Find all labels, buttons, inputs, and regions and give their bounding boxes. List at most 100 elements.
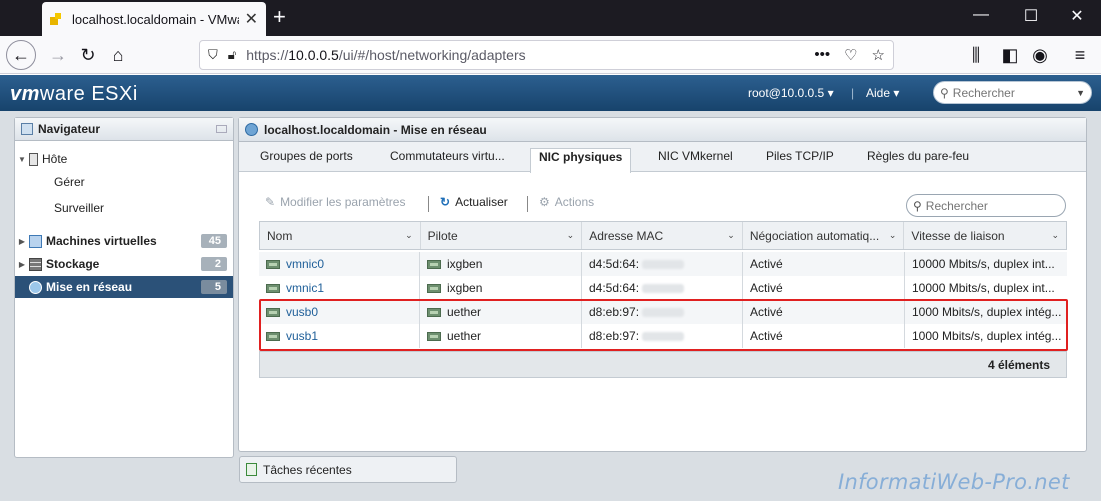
back-icon[interactable]: ← (6, 40, 36, 70)
chevron-down-icon[interactable]: ⌄ (889, 230, 897, 241)
gear-icon: ⚙ (539, 195, 550, 209)
browser-navbar: ← → ↻ ⌂ ⛉ 🔓︎ https://10.0.0.5/ui/#/host/… (0, 36, 1101, 74)
column-header-link-speed[interactable]: Vitesse de liaison ⌄ (904, 222, 1066, 249)
vmware-esxi-logo: vmware ESXi (10, 83, 138, 105)
chevron-down-icon[interactable]: ⌄ (567, 230, 575, 241)
nic-name-link[interactable]: vmnic1 (286, 281, 324, 295)
grid-search[interactable]: ⚲ (906, 194, 1066, 217)
refresh-button[interactable]: ↻ Actualiser (440, 195, 508, 209)
tab-vmkernel-nics[interactable]: NIC VMkernel (650, 148, 741, 172)
watermark: InformatiWeb-Pro.net (838, 470, 1070, 494)
networking-count-badge: 5 (201, 280, 227, 294)
refresh-label: Actualiser (455, 195, 508, 209)
chevron-down-icon[interactable]: ⌄ (727, 230, 735, 241)
account-icon[interactable]: ◉ (1026, 41, 1054, 69)
tab-physical-nics[interactable]: NIC physiques (530, 148, 632, 173)
grid-search-input[interactable] (925, 198, 1054, 213)
table-row[interactable]: vmnic0 ixgben d4:5d:64: Activé 10000 Mbi… (259, 252, 1067, 276)
shield-icon[interactable]: ⛉ (208, 47, 218, 63)
forward-icon[interactable]: → (44, 41, 72, 69)
menu-icon[interactable]: ≡ (1066, 41, 1094, 69)
host-icon (29, 152, 38, 166)
nic-name-link[interactable]: vmnic0 (286, 257, 324, 271)
link-speed-value: 10000 Mbits/s, duplex int... (912, 281, 1055, 295)
url-bar[interactable]: ⛉ 🔓︎ https://10.0.0.5/ui/#/host/networki… (199, 40, 894, 70)
page-title: localhost.localdomain - Mise en réseau (264, 122, 487, 137)
nic-icon (266, 283, 280, 293)
navigator-header: Navigateur (15, 118, 233, 141)
nav-vm-label: Machines virtuelles (46, 234, 157, 248)
close-tab-icon[interactable]: ✕ (245, 9, 258, 29)
collapse-panel-icon[interactable] (216, 125, 227, 133)
item-count: 4 éléments (987, 357, 1050, 372)
help-menu[interactable]: Aide ▾ (866, 86, 899, 100)
chevron-down-icon[interactable]: ▼ (1076, 88, 1085, 98)
driver-icon (427, 283, 441, 293)
expand-triangle-icon[interactable]: ▶ (15, 237, 29, 246)
actions-button[interactable]: ⚙ Actions (539, 195, 594, 209)
nav-item-monitor[interactable]: Surveiller (15, 197, 233, 219)
navigator-title: Navigateur (38, 122, 101, 136)
pocket-icon[interactable]: ♡ (844, 46, 857, 64)
home-icon[interactable]: ⌂ (104, 41, 132, 69)
content-header: localhost.localdomain - Mise en réseau (239, 118, 1086, 142)
expand-triangle-icon[interactable]: ▼ (15, 155, 29, 164)
table-footer: 4 éléments (259, 351, 1067, 378)
column-header-autoneg[interactable]: Négociation automatiq... ⌄ (743, 222, 905, 249)
nav-item-manage[interactable]: Gérer (15, 171, 233, 193)
navigator-icon (21, 123, 33, 135)
bookmark-star-icon[interactable]: ☆ (872, 46, 885, 64)
tab-port-groups[interactable]: Groupes de ports (252, 148, 361, 172)
recent-tasks-panel[interactable]: Tâches récentes (239, 456, 457, 483)
navigator-panel: Navigateur ▼ Hôte Gérer Surveiller ▶ Mac… (14, 117, 234, 458)
driver-value: ixgben (447, 281, 483, 295)
actions-label: Actions (554, 195, 595, 209)
user-menu[interactable]: root@10.0.0.5 ▾ (748, 86, 834, 100)
column-header-mac[interactable]: Adresse MAC ⌄ (582, 222, 743, 249)
tab-tcpip-stacks[interactable]: Piles TCP/IP (758, 148, 842, 172)
page-actions-icon[interactable]: ••• (814, 46, 830, 64)
lock-warning-icon[interactable]: 🔓︎ (228, 47, 236, 63)
header-search[interactable]: ⚲ ▼ (933, 81, 1092, 104)
tab-firewall-rules[interactable]: Règles du pare-feu (859, 148, 977, 172)
toolbar-separator (428, 196, 429, 212)
content-panel: localhost.localdomain - Mise en réseau G… (238, 117, 1087, 452)
browser-tab[interactable]: localhost.localdomain - VMwar ✕ (42, 2, 266, 36)
nav-item-virtual-machines[interactable]: ▶ Machines virtuelles 45 (15, 230, 233, 252)
chevron-down-icon[interactable]: ⌄ (1051, 230, 1059, 241)
nav-item-storage[interactable]: ▶ Stockage 2 (15, 253, 233, 275)
header-separator: | (851, 86, 855, 100)
nav-item-networking[interactable]: Mise en réseau 5 (15, 276, 233, 298)
minimize-icon[interactable]: — (966, 6, 996, 24)
library-icon[interactable]: ⫼ (962, 41, 990, 69)
network-globe-icon (29, 280, 42, 294)
new-tab-icon[interactable]: + (273, 4, 286, 30)
table-header: Nom ⌄ Pilote ⌄ Adresse MAC ⌄ Négociation au… (259, 221, 1067, 250)
maximize-icon[interactable]: ☐ (1016, 6, 1046, 26)
toolbar-separator (527, 196, 528, 212)
edit-settings-label: Modifier les paramètres (280, 195, 406, 209)
reload-icon[interactable]: ↻ (74, 41, 102, 69)
sidebar-icon[interactable]: ◧ (996, 41, 1024, 69)
header-search-input[interactable] (952, 85, 1071, 100)
nav-monitor-label: Surveiller (54, 201, 105, 215)
storage-count-badge: 2 (201, 257, 227, 271)
window-close-icon[interactable]: ✕ (1062, 6, 1092, 26)
tab-strip: Groupes de ports Commutateurs virtu... N… (239, 142, 1086, 173)
tab-virtual-switches[interactable]: Commutateurs virtu... (382, 148, 513, 172)
driver-value: ixgben (447, 257, 483, 271)
url-text: https://10.0.0.5/ui/#/host/networking/ad… (246, 47, 526, 63)
column-header-name[interactable]: Nom ⌄ (260, 222, 421, 249)
edit-settings-button[interactable]: ✎ Modifier les paramètres (265, 195, 405, 209)
nic-icon (266, 259, 280, 269)
search-icon: ⚲ (913, 198, 922, 213)
favicon-icon (50, 13, 62, 25)
virtual-machine-icon (29, 234, 42, 248)
nav-item-host[interactable]: ▼ Hôte (15, 148, 233, 170)
column-header-driver[interactable]: Pilote ⌄ (421, 222, 583, 249)
pencil-icon: ✎ (265, 195, 276, 209)
table-row[interactable]: vmnic1 ixgben d4:5d:64: Activé 10000 Mbi… (259, 276, 1067, 300)
nav-storage-label: Stockage (46, 257, 100, 271)
expand-triangle-icon[interactable]: ▶ (15, 260, 29, 269)
chevron-down-icon[interactable]: ⌄ (405, 230, 413, 241)
